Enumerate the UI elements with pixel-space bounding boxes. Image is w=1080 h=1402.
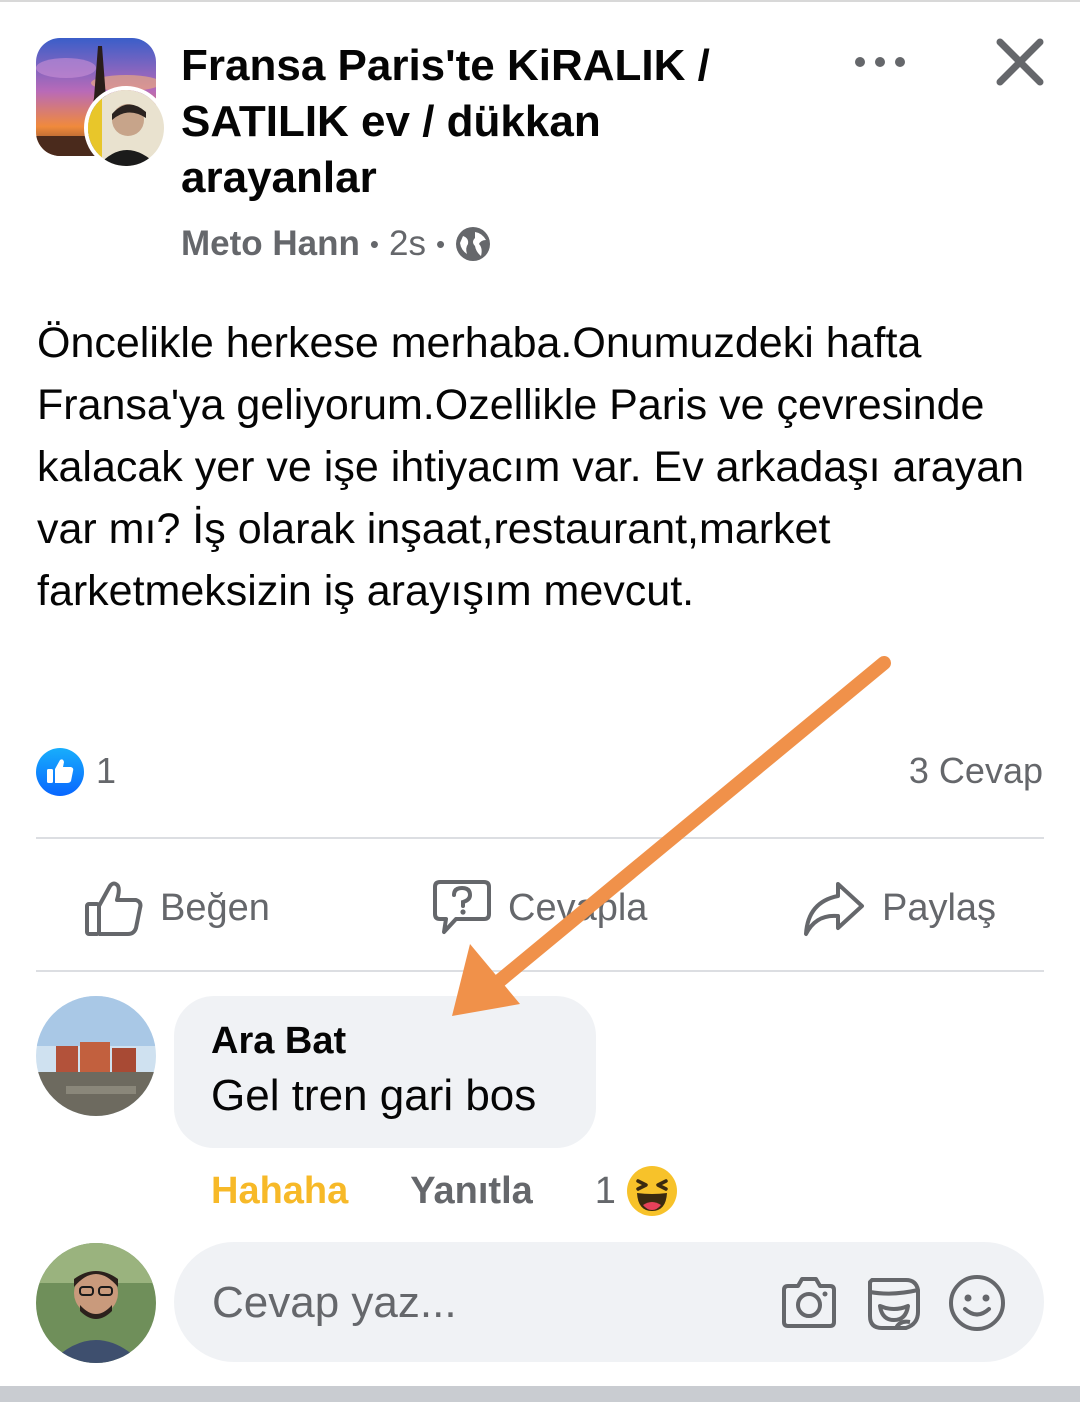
commenter-avatar[interactable] [36,996,156,1116]
like-count[interactable]: 1 [96,750,116,792]
divider [36,970,1044,972]
like-button[interactable]: Beğen [84,870,270,946]
like-button-label: Beğen [160,886,270,929]
more-options-icon[interactable] [852,44,908,80]
bottom-edge [0,1386,1080,1402]
post-text: Öncelikle herkese merhaba.Onumuzdeki haf… [37,319,1025,615]
share-arrow-icon [804,882,864,936]
comment-reaction-count[interactable]: 1 [595,1170,616,1213]
comment-reply-button[interactable]: Yanıtla [410,1170,533,1213]
share-button[interactable]: Paylaş [802,870,996,946]
author-avatar[interactable] [84,86,168,170]
globe-icon [455,226,491,262]
group-title[interactable]: Fransa Paris'te KiRALIK / SATILIK ev / d… [181,38,781,206]
comment-text: Gel tren gari bos [211,1071,537,1120]
reply-count[interactable]: 3 Cevap [909,750,1043,792]
reply-composer [174,1242,1044,1362]
meta-separator: • [369,228,379,259]
question-bubble-icon [433,880,491,934]
reply-input[interactable] [210,1270,734,1336]
share-button-label: Paylaş [882,886,997,929]
divider [36,837,1044,839]
author-name[interactable]: Meto Hann [181,224,360,264]
like-reaction-icon[interactable] [36,748,84,796]
post-time[interactable]: 2s [389,224,426,264]
close-icon[interactable] [994,36,1046,88]
comment-reaction-button[interactable]: Hahaha [211,1170,348,1213]
reply-button[interactable]: Cevapla [432,870,647,946]
haha-emoji-icon[interactable] [626,1165,678,1217]
emoji-icon[interactable] [946,1272,1008,1334]
thumbs-up-icon [85,881,143,936]
sticker-icon[interactable] [862,1272,924,1334]
comment-author[interactable]: Ara Bat [211,1018,559,1064]
top-edge [0,0,1080,2]
reply-button-label: Cevapla [508,886,648,929]
camera-icon[interactable] [778,1272,840,1334]
current-user-avatar[interactable] [36,1243,156,1363]
comment-actions: Hahaha Yanıtla 1 [211,1164,678,1218]
post-meta: Meto Hann • 2s • [181,222,491,266]
meta-separator: • [435,228,446,259]
comment-bubble: Ara Bat Gel tren gari bos [174,996,596,1148]
